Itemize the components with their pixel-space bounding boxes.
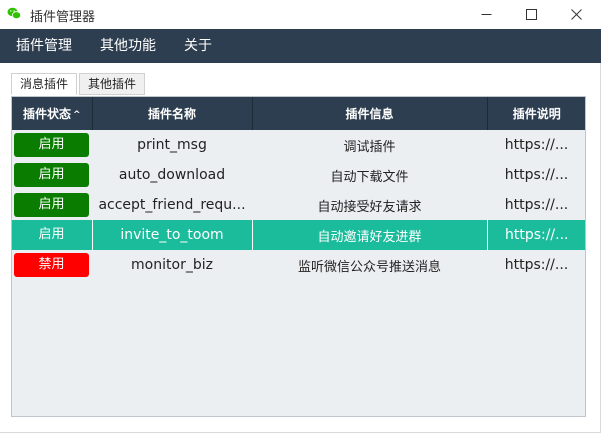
- menu-other-functions[interactable]: 其他功能: [86, 29, 170, 63]
- enable-status-button[interactable]: 启用: [14, 163, 89, 187]
- plugin-table: 插件状态 ^ 插件名称 插件信息 插件说明 启用 print_msg 调试插件 h…: [11, 96, 586, 417]
- sort-ascending-icon: ^: [72, 110, 81, 120]
- status-cell: 禁用: [12, 250, 92, 280]
- table-row[interactable]: 禁用 monitor_biz 监听微信公众号推送消息 https://...: [12, 250, 585, 280]
- table-row-selected[interactable]: 启用 invite_to_toom 自动邀请好友进群 https://...: [12, 220, 585, 250]
- plugin-info: 自动邀请好友进群: [252, 220, 488, 250]
- menu-plugin-management[interactable]: 插件管理: [0, 29, 86, 63]
- plugin-description: https://...: [487, 220, 585, 250]
- close-icon: [570, 9, 582, 20]
- maximize-button[interactable]: [508, 0, 554, 29]
- plugin-info: 自动下载文件: [330, 169, 409, 185]
- table-row[interactable]: 启用 auto_download 自动下载文件 https://...: [12, 160, 585, 190]
- table-header-row: 插件状态 ^ 插件名称 插件信息 插件说明: [12, 97, 585, 130]
- plugin-description: https://...: [504, 137, 569, 153]
- plugin-info: 自动接受好友请求: [317, 199, 422, 215]
- status-cell: 启用: [12, 130, 92, 160]
- column-header-name[interactable]: 插件名称: [92, 97, 253, 130]
- plugin-description: https://...: [504, 167, 569, 183]
- close-button[interactable]: [553, 0, 599, 29]
- column-header-status[interactable]: 插件状态 ^: [12, 97, 93, 130]
- title-bar[interactable]: 插件管理器: [0, 0, 601, 29]
- minimize-button[interactable]: [463, 0, 509, 29]
- table-row[interactable]: 启用 print_msg 调试插件 https://...: [12, 130, 585, 160]
- minimize-icon: [481, 14, 491, 15]
- maximize-icon: [525, 9, 537, 20]
- column-header-status-label: 插件状态: [22, 107, 71, 121]
- plugin-info: 调试插件: [343, 139, 396, 155]
- table-row[interactable]: 启用 accept_friend_requ... 自动接受好友请求 https:…: [12, 190, 585, 220]
- wechat-icon: [7, 7, 21, 20]
- menu-bar: 插件管理 其他功能 关于: [0, 29, 601, 63]
- window-title: 插件管理器: [30, 10, 96, 25]
- plugin-description: https://...: [504, 257, 569, 273]
- plugin-name: monitor_biz: [131, 257, 213, 273]
- plugin-name: auto_download: [118, 167, 226, 183]
- enable-status-button[interactable]: 启用: [14, 133, 89, 157]
- status-cell: 启用: [12, 160, 92, 190]
- status-cell: 启用: [12, 220, 93, 250]
- status-cell: 启用: [12, 190, 92, 220]
- enable-status-button[interactable]: 启用: [14, 193, 89, 217]
- menu-about[interactable]: 关于: [170, 29, 226, 63]
- plugin-tabs: 消息插件 其他插件: [11, 73, 147, 95]
- plugin-name: accept_friend_requ...: [98, 197, 246, 213]
- plugin-info: 监听微信公众号推送消息: [297, 259, 441, 275]
- enable-status-button[interactable]: 启用: [14, 223, 89, 247]
- tab-other-plugins[interactable]: 其他插件: [79, 73, 146, 95]
- column-header-info[interactable]: 插件信息: [252, 97, 488, 130]
- tab-message-plugins[interactable]: 消息插件: [11, 73, 78, 95]
- column-header-description[interactable]: 插件说明: [487, 97, 585, 130]
- plugin-manager-window: 插件管理器 插件管理 其他功能 关于 消息插件 其他插件 插件状态 ^ 插件名称 …: [0, 0, 601, 433]
- disable-status-button[interactable]: 禁用: [14, 253, 89, 277]
- plugin-name: print_msg: [137, 137, 207, 153]
- plugin-description: https://...: [504, 197, 569, 213]
- plugin-name: invite_to_toom: [92, 220, 253, 250]
